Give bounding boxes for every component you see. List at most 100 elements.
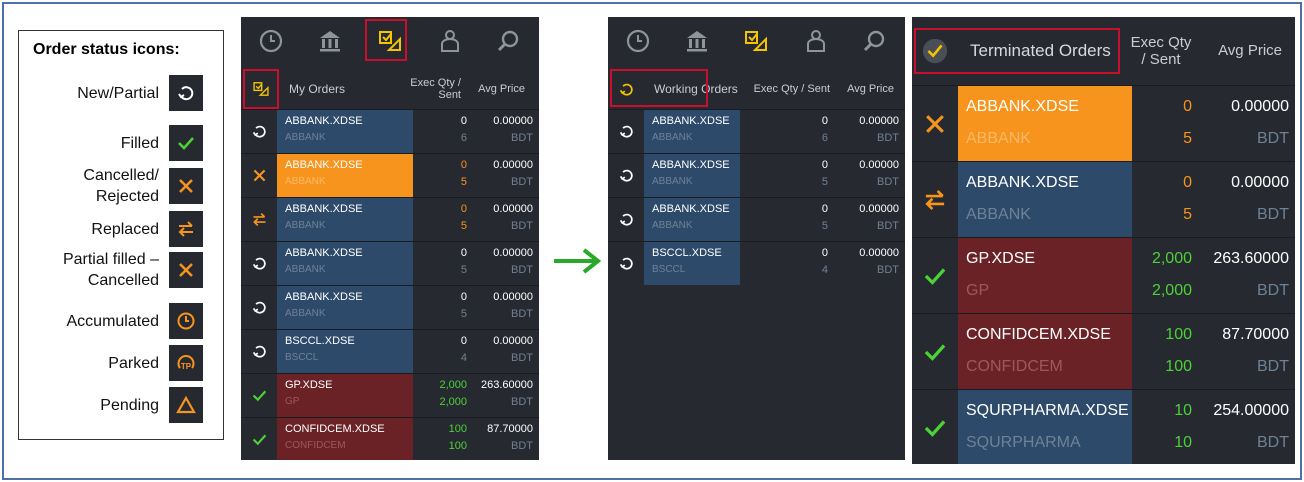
person-icon[interactable] <box>430 21 470 61</box>
symbol-name: ABBANK.XDSE <box>966 174 1079 191</box>
price-cell: 87.70000 BDT <box>1192 314 1295 389</box>
qty-cell: 04 <box>740 242 828 285</box>
swap-icon <box>912 162 958 237</box>
bank-icon[interactable] <box>310 21 350 61</box>
qty-cell: 05 <box>1132 162 1192 237</box>
symbol-name: GP.XDSE <box>285 379 333 391</box>
col-exec-qty: Exec Qty / Sent <box>1130 34 1192 68</box>
x-icon <box>169 168 203 204</box>
clock-icon[interactable] <box>618 21 658 61</box>
col-exec-qty: Exec Qty / Sent <box>410 77 461 101</box>
clock-icon[interactable] <box>251 21 291 61</box>
symbol-name: ABBANK.XDSE <box>652 115 730 127</box>
currency: BDT <box>511 440 533 452</box>
table-row[interactable]: ABBANK.XDSE ABBANK 0 5 0.00000 BDT <box>912 161 1295 237</box>
sent-qty: 100 <box>1165 358 1192 375</box>
symbol-short: ABBANK <box>285 176 326 187</box>
table-row[interactable]: BSCCL.XDSE BSCCL 0 4 0.00000 BDT <box>241 329 539 373</box>
currency: BDT <box>877 220 899 232</box>
legend-row-partial-cancelled: Partial filled – Cancelled <box>19 249 225 291</box>
check-icon <box>241 418 277 460</box>
price-cell: 0.00000 BDT <box>467 330 539 373</box>
table-row[interactable]: ABBANK.XDSE ABBANK 0 6 0.00000 BDT <box>241 109 539 153</box>
avg-price: 87.70000 <box>1222 326 1289 343</box>
search-icon[interactable] <box>855 21 895 61</box>
refresh-icon <box>608 110 644 153</box>
legend-row-replaced: Replaced <box>19 211 225 247</box>
symbol-cell: CONFIDCEM.XDSE CONFIDCEM <box>277 418 413 460</box>
symbol-name: ABBANK.XDSE <box>285 247 363 259</box>
terminated-orders-panel: Terminated Orders Exec Qty / Sent Avg Pr… <box>912 17 1295 464</box>
price-cell: 0.00000 BDT <box>828 198 905 241</box>
avg-price: 0.00000 <box>493 335 533 347</box>
highlight-box <box>610 69 708 107</box>
table-row[interactable]: ABBANK.XDSE ABBANK 0 5 0.00000 BDT <box>608 197 905 241</box>
symbol-name: ABBANK.XDSE <box>652 159 730 171</box>
list-header: My Orders Exec Qty / Sent Avg Price <box>241 69 539 109</box>
symbol-short: SQURPHARMA <box>966 434 1081 451</box>
symbol-cell: ABBANK.XDSE ABBANK <box>277 286 413 329</box>
symbol-name: ABBANK.XDSE <box>285 159 363 171</box>
qty-cell: 2,000 2,000 <box>1132 238 1192 313</box>
swap-icon <box>241 198 277 241</box>
orders-icon[interactable] <box>736 21 776 61</box>
qty-cell: 05 <box>413 198 467 241</box>
table-row[interactable]: ABBANK.XDSE ABBANK 0 5 0.00000 BDT <box>608 153 905 197</box>
table-row[interactable]: CONFIDCEM.XDSE CONFIDCEM 100 100 87.70000 BDT <box>241 417 539 460</box>
symbol-name: ABBANK.XDSE <box>652 203 730 215</box>
symbol-cell: ABBANK.XDSE ABBANK <box>277 154 413 197</box>
refresh-icon <box>241 110 277 153</box>
col-avg-price: Avg Price <box>847 83 894 95</box>
table-row[interactable]: CONFIDCEM.XDSE CONFIDCEM 100 100 87.70000 BDT <box>912 313 1295 389</box>
price-cell: 0.00000 BDT <box>828 154 905 197</box>
legend-label: Pending <box>100 396 159 414</box>
svg-text:TP: TP <box>181 362 192 371</box>
table-row[interactable]: ABBANK.XDSE ABBANK 0 5 0.00000 BDT <box>241 285 539 329</box>
exec-qty: 100 <box>1165 326 1192 343</box>
symbol-name: ABBANK.XDSE <box>285 115 363 127</box>
person-icon[interactable] <box>796 21 836 61</box>
qty-cell: 100 100 <box>413 418 467 460</box>
currency: BDT <box>1257 358 1289 375</box>
symbol-cell: CONFIDCEM.XDSE CONFIDCEM <box>958 314 1132 389</box>
currency: BDT <box>877 176 899 188</box>
price-cell: 0.00000 BDT <box>1192 86 1295 161</box>
table-row[interactable]: ABBANK.XDSE ABBANK 0 5 0.00000 BDT <box>241 197 539 241</box>
exec-qty: 10 <box>1174 402 1192 419</box>
table-row[interactable]: ABBANK.XDSE ABBANK 0 6 0.00000 BDT <box>608 109 905 153</box>
col-exec-qty: Exec Qty / Sent <box>753 83 830 95</box>
symbol-short: ABBANK <box>966 130 1031 147</box>
search-icon[interactable] <box>489 21 529 61</box>
table-row[interactable]: GP.XDSE GP 2,000 2,000 263.60000 BDT <box>912 237 1295 313</box>
symbol-short: ABBANK <box>285 308 326 319</box>
symbol-name: GP.XDSE <box>966 250 1036 267</box>
table-row[interactable]: ABBANK.XDSE ABBANK 0 5 0.00000 BDT <box>241 153 539 197</box>
price-cell: 0.00000 BDT <box>467 286 539 329</box>
currency: BDT <box>511 132 533 144</box>
price-cell: 0.00000 BDT <box>467 242 539 285</box>
symbol-cell: GP.XDSE GP <box>277 374 413 417</box>
currency: BDT <box>877 264 899 276</box>
legend-label: Parked <box>108 354 159 372</box>
check-icon <box>912 314 958 389</box>
col-avg-price: Avg Price <box>478 83 525 95</box>
symbol-cell: ABBANK.XDSE ABBANK <box>277 198 413 241</box>
legend-row-pending: Pending <box>19 387 225 423</box>
table-row[interactable]: GP.XDSE GP 2,000 2,000 263.60000 BDT <box>241 373 539 417</box>
currency: BDT <box>511 220 533 232</box>
sent-qty: 10 <box>1174 434 1192 451</box>
bank-icon[interactable] <box>677 21 717 61</box>
avg-price: 0.00000 <box>493 159 533 171</box>
symbol-cell: ABBANK.XDSE ABBANK <box>277 242 413 285</box>
symbol-short: ABBANK <box>652 220 693 231</box>
table-row[interactable]: ABBANK.XDSE ABBANK 0 5 0.00000 BDT <box>912 85 1295 161</box>
refresh-icon <box>241 242 277 285</box>
table-row[interactable]: BSCCL.XDSE BSCCL 0 4 0.00000 BDT <box>608 241 905 285</box>
currency: BDT <box>511 396 533 408</box>
avg-price: 263.60000 <box>481 379 533 391</box>
currency: BDT <box>1257 130 1289 147</box>
symbol-short: GP <box>285 396 300 407</box>
table-row[interactable]: ABBANK.XDSE ABBANK 0 5 0.00000 BDT <box>241 241 539 285</box>
table-row[interactable]: SQURPHARMA.XDSE SQURPHARMA 10 10 254.00000 BD… <box>912 389 1295 464</box>
price-cell: 87.70000 BDT <box>467 418 539 460</box>
